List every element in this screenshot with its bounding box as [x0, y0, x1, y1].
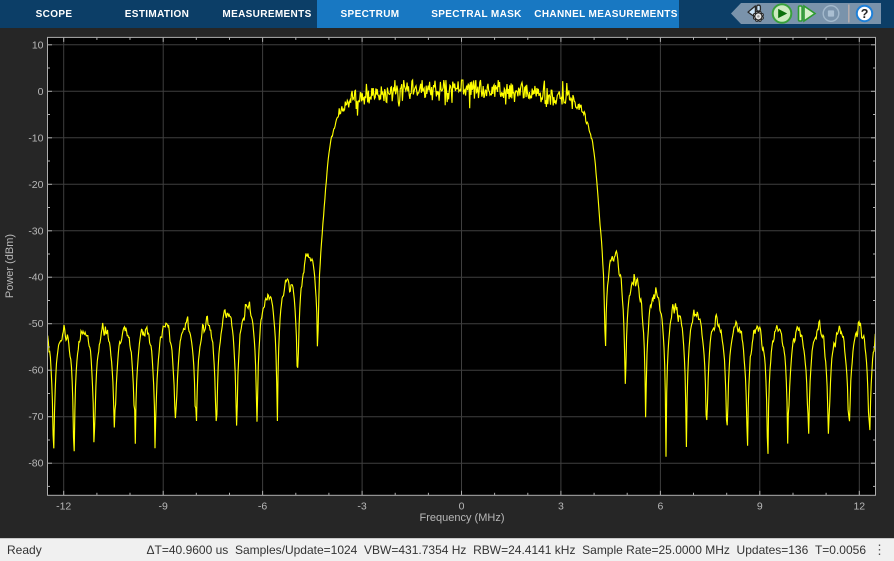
svg-text:Power (dBm): Power (dBm)	[4, 234, 16, 298]
svg-text:-10: -10	[28, 132, 43, 144]
svg-text:?: ?	[861, 7, 869, 21]
svg-text:-20: -20	[28, 179, 43, 191]
svg-text:9: 9	[757, 500, 763, 512]
svg-text:12: 12	[853, 500, 865, 512]
svg-text:-30: -30	[28, 225, 43, 237]
svg-text:-9: -9	[159, 500, 168, 512]
svg-text:-70: -70	[28, 411, 43, 423]
svg-text:-60: -60	[28, 365, 43, 377]
svg-text:3: 3	[558, 500, 564, 512]
svg-text:-3: -3	[357, 500, 366, 512]
svg-text:-6: -6	[258, 500, 267, 512]
svg-text:-80: -80	[28, 458, 43, 470]
svg-text:-40: -40	[28, 272, 43, 284]
svg-text:0: 0	[38, 86, 44, 98]
svg-text:Frequency (MHz): Frequency (MHz)	[420, 512, 505, 524]
svg-text:6: 6	[657, 500, 663, 512]
svg-text:0: 0	[459, 500, 465, 512]
svg-text:10: 10	[32, 39, 44, 51]
svg-text:-50: -50	[28, 318, 43, 330]
svg-text:-12: -12	[56, 500, 71, 512]
